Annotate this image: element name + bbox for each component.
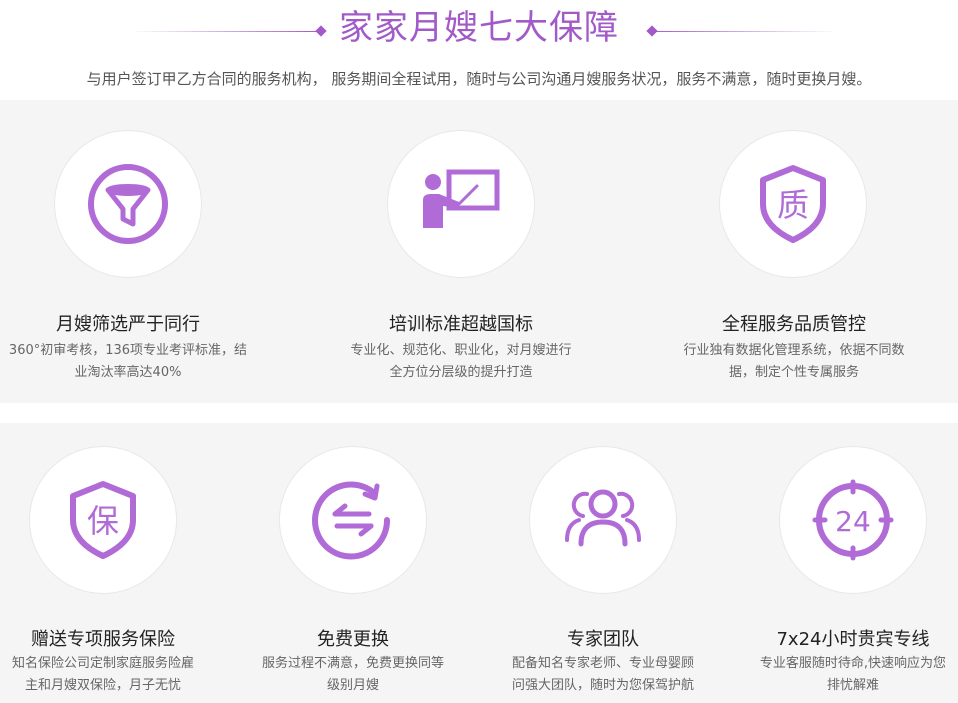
team-icon [565,489,641,547]
svg-text:保: 保 [87,502,119,540]
clock-24-icon: 24 [812,479,894,561]
feature-icon-circle [529,446,677,594]
feature-icon-circle [279,446,427,594]
feature-description: 知名保险公司定制家庭服务险雇 主和月嫂双保险，月子无忧 [11,656,194,693]
quality-shield-icon: 质 [760,165,826,243]
feature-icon-circle [54,130,202,278]
trainer-board-icon [423,169,500,228]
feature-icon-circle: 保 [29,446,177,594]
feature-title: 月嫂筛选严于同行 [56,314,200,335]
feature-icon-circle: 24 [779,446,927,594]
exchange-icon [312,481,391,560]
feature-description: 360°初审考核，136项专业考评标准，结 业淘汰率高达40% [8,343,248,380]
feature-title: 7x24小时贵宾专线 [776,629,930,650]
feature-icon-circle: 质 [719,130,867,278]
feature-title: 免费更换 [317,629,389,650]
insurance-shield-icon: 保 [70,481,136,559]
page-title: 家家月嫂七大保障 [339,8,619,48]
feature-description: 服务过程不满意，免费更换同等 级别月嫂 [261,656,444,693]
funnel-icon [88,164,168,244]
header: 家家月嫂七大保障 与用户签订甲乙方合同的服务机构， 服务期间全程试用，随时与公司… [0,0,958,100]
row-separator [0,403,958,423]
feature-description: 专业化、规范化、职业化，对月嫂进行 全方位分层级的提升打造 [350,343,572,380]
feature-description: 行业独有数据化管理系统，依据不同数 据，制定个性专属服务 [683,343,905,380]
title-divider-right [648,31,838,32]
feature-title: 培训标准超越国标 [389,314,533,335]
feature-title: 全程服务品质管控 [722,314,866,335]
feature-title: 专家团队 [567,629,639,650]
feature-icon-circle [387,130,535,278]
page-subtitle: 与用户签订甲乙方合同的服务机构， 服务期间全程试用，随时与公司沟通月嫂服务状况，… [86,70,872,88]
feature-description: 专业客服随时待命,快速响应为您 排忧解难 [759,656,947,693]
svg-text:24: 24 [835,505,871,538]
feature-description: 配备知名专家老师、专业母婴顾 问强大团队，随时为您保驾护航 [511,656,694,693]
svg-text:质: 质 [777,186,809,224]
feature-title: 赠送专项服务保险 [31,629,175,650]
